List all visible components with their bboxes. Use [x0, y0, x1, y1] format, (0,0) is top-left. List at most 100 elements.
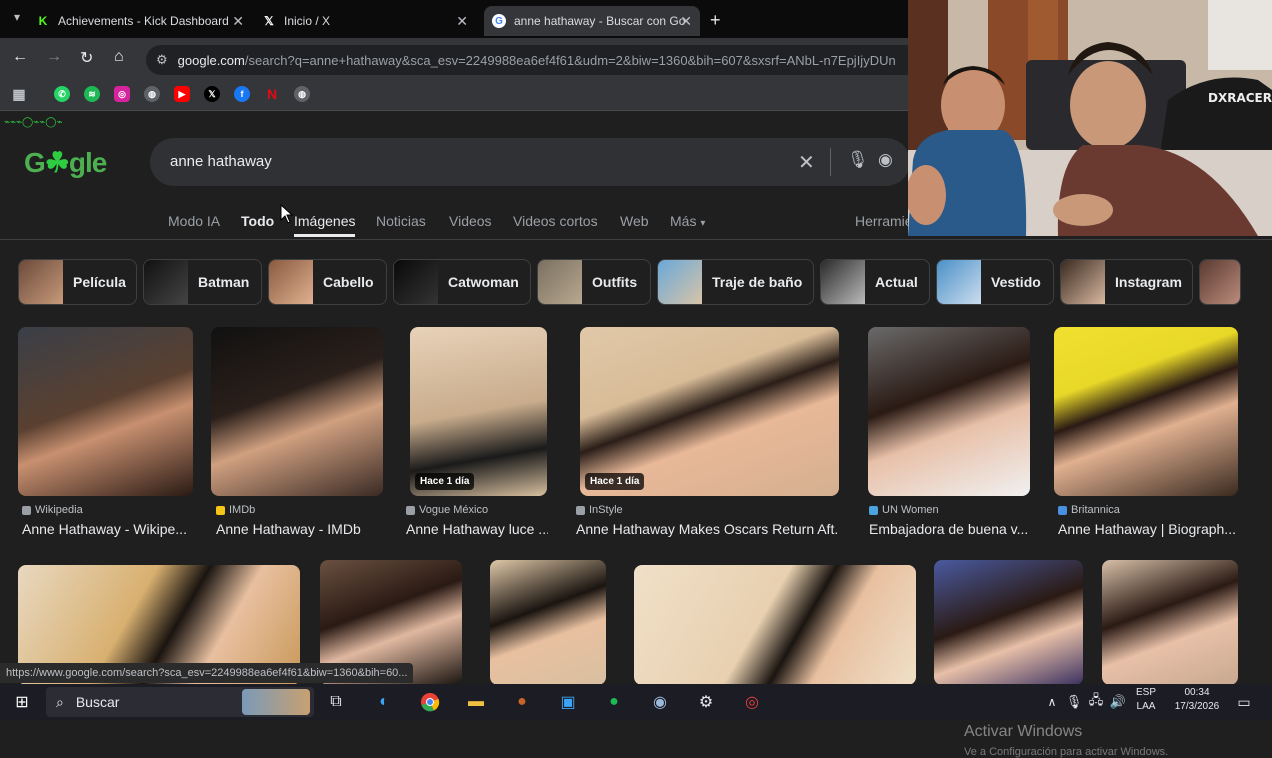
tab-herramientas[interactable]: Herramie [855, 213, 913, 229]
tab-mas[interactable]: Más ▾ [670, 213, 705, 229]
spotify-icon[interactable]: ≋ [84, 86, 100, 102]
result-source[interactable]: Britannica [1058, 504, 1120, 516]
notifications-icon[interactable]: ▭ [1232, 690, 1256, 714]
x-icon[interactable]: 𝕏 [204, 86, 220, 102]
result-title[interactable]: Embajadora de buena v... [869, 521, 1029, 537]
close-icon[interactable]: ✕ [232, 13, 244, 30]
close-icon[interactable]: ✕ [456, 13, 468, 30]
netflix-icon[interactable]: N [264, 86, 280, 102]
spotify-icon[interactable]: ● [602, 690, 626, 714]
result-title[interactable]: Anne Hathaway Makes Oscars Return Aft... [576, 521, 838, 537]
task-view-icon[interactable]: ⧉ [324, 690, 348, 714]
globe-icon[interactable]: ◍ [144, 86, 160, 102]
windows-start-icon[interactable]: ⊞ [10, 690, 34, 714]
result-image[interactable] [868, 327, 1030, 496]
whatsapp-icon[interactable]: ✆ [54, 86, 70, 102]
result-image[interactable] [490, 560, 606, 685]
result-image[interactable] [1102, 560, 1238, 685]
result-image[interactable]: Hace 1 día [410, 327, 547, 496]
result-source[interactable]: Wikipedia [22, 504, 83, 516]
tab-noticias[interactable]: Noticias [376, 213, 426, 229]
result-source[interactable]: InStyle [576, 504, 623, 516]
youtube-icon[interactable]: ▶ [174, 86, 190, 102]
network-icon[interactable]: 🖧 [1084, 690, 1108, 714]
home-icon[interactable]: ⌂ [114, 48, 124, 66]
tab-imagenes[interactable]: Imágenes [294, 213, 356, 237]
reload-icon[interactable]: ↻ [80, 48, 93, 68]
tab-search-icon[interactable]: ▾ [14, 10, 20, 24]
edge-icon[interactable]: ◐ [372, 690, 396, 714]
back-icon[interactable]: ← [12, 48, 28, 66]
language-code: ESP [1136, 687, 1157, 698]
recording-app-icon[interactable]: ◎ [740, 690, 764, 714]
result-title[interactable]: Anne Hathaway - Wikipe... [22, 521, 192, 537]
chip-label: Instagram [1115, 274, 1182, 290]
result-image[interactable] [934, 560, 1083, 685]
globe-icon[interactable]: ◍ [294, 86, 310, 102]
chip-batman[interactable]: Batman [143, 259, 262, 305]
chip-outfits[interactable]: Outfits [537, 259, 651, 305]
result-image[interactable] [634, 565, 916, 685]
tab-mas-label: Más [670, 213, 697, 229]
clear-icon[interactable]: ✕ [798, 150, 815, 175]
microphone-icon[interactable]: 🎙 [1062, 690, 1086, 714]
result-source[interactable]: Vogue México [406, 504, 488, 516]
lens-icon[interactable]: ◉ [878, 150, 893, 170]
tab-google[interactable]: G anne hathaway - Buscar con Go ✕ [484, 6, 700, 36]
chip-pelicula[interactable]: Película [18, 259, 137, 305]
result-image[interactable] [18, 327, 193, 496]
tab-strip: K Achievements - Kick Dashboard ✕ 𝕏 Inic… [0, 0, 908, 38]
tab-modo-ia[interactable]: Modo IA [168, 213, 220, 229]
microphone-icon[interactable]: 🎙 [847, 150, 869, 170]
language-indicator[interactable]: ESP LAA [1136, 686, 1156, 714]
chrome-icon[interactable] [418, 690, 442, 714]
apps-icon[interactable]: ▦ [11, 86, 27, 102]
result-title[interactable]: Anne Hathaway - IMDb [216, 521, 384, 537]
app-icon[interactable]: ● [510, 690, 534, 714]
site-info-icon[interactable]: ⚙ [156, 52, 168, 68]
chip-vestido[interactable]: Vestido [936, 259, 1054, 305]
tab-kick[interactable]: K Achievements - Kick Dashboard ✕ [36, 6, 252, 36]
chip-more[interactable] [1199, 259, 1241, 305]
result-title[interactable]: Anne Hathaway luce ... [406, 521, 548, 537]
result-source[interactable]: UN Women [869, 504, 939, 516]
clock-date: 17/3/2026 [1174, 701, 1220, 712]
file-explorer-icon[interactable]: ▬ [464, 690, 488, 714]
tab-videos-cortos[interactable]: Videos cortos [513, 213, 598, 229]
chip-catwoman[interactable]: Catwoman [393, 259, 531, 305]
clock[interactable]: 00:34 17/3/2026 [1168, 686, 1226, 714]
tab-x[interactable]: 𝕏 Inicio / X ✕ [262, 6, 476, 36]
settings-icon[interactable]: ⚙ [694, 690, 718, 714]
close-icon[interactable]: ✕ [680, 13, 692, 30]
taskbar-search-placeholder: Buscar [75, 694, 120, 710]
chip-cabello[interactable]: Cabello [268, 259, 387, 305]
chip-instagram[interactable]: Instagram [1060, 259, 1193, 305]
result-source-label: Wikipedia [35, 504, 83, 516]
result-image[interactable] [1054, 327, 1238, 496]
store-icon[interactable]: ▣ [556, 690, 580, 714]
forward-icon[interactable]: → [46, 48, 62, 66]
chip-traje-de-bano[interactable]: Traje de baño [657, 259, 814, 305]
facebook-icon[interactable]: f [234, 86, 250, 102]
chip-label: Batman [198, 274, 250, 290]
new-tab-button[interactable]: + [710, 10, 721, 31]
search-highlight-icon [242, 689, 310, 715]
taskbar-search[interactable]: ⌕ Buscar [46, 687, 314, 717]
address-bar[interactable]: ⚙ google.com/search?q=anne+hathaway&sca_… [146, 45, 908, 75]
instagram-icon[interactable]: ◎ [114, 86, 130, 102]
result-source[interactable]: IMDb [216, 504, 255, 516]
tab-videos[interactable]: Videos [449, 213, 492, 229]
result-image[interactable] [211, 327, 383, 496]
google-logo[interactable]: G☘gle [24, 146, 107, 179]
chevron-up-icon[interactable]: ∧ [1040, 690, 1064, 714]
chip-actual[interactable]: Actual [820, 259, 930, 305]
result-title[interactable]: Anne Hathaway | Biograph... [1058, 521, 1236, 537]
tab-todo[interactable]: Todo [241, 213, 274, 229]
result-source-label: UN Women [882, 504, 939, 516]
steam-icon[interactable]: ◉ [648, 690, 672, 714]
volume-icon[interactable]: 🔊 [1106, 690, 1130, 714]
result-image[interactable]: Hace 1 día [580, 327, 839, 496]
search-box[interactable]: anne hathaway ✕ 🎙 ◉ [150, 138, 910, 186]
tab-web[interactable]: Web [620, 213, 649, 229]
search-input[interactable]: anne hathaway [170, 153, 272, 170]
